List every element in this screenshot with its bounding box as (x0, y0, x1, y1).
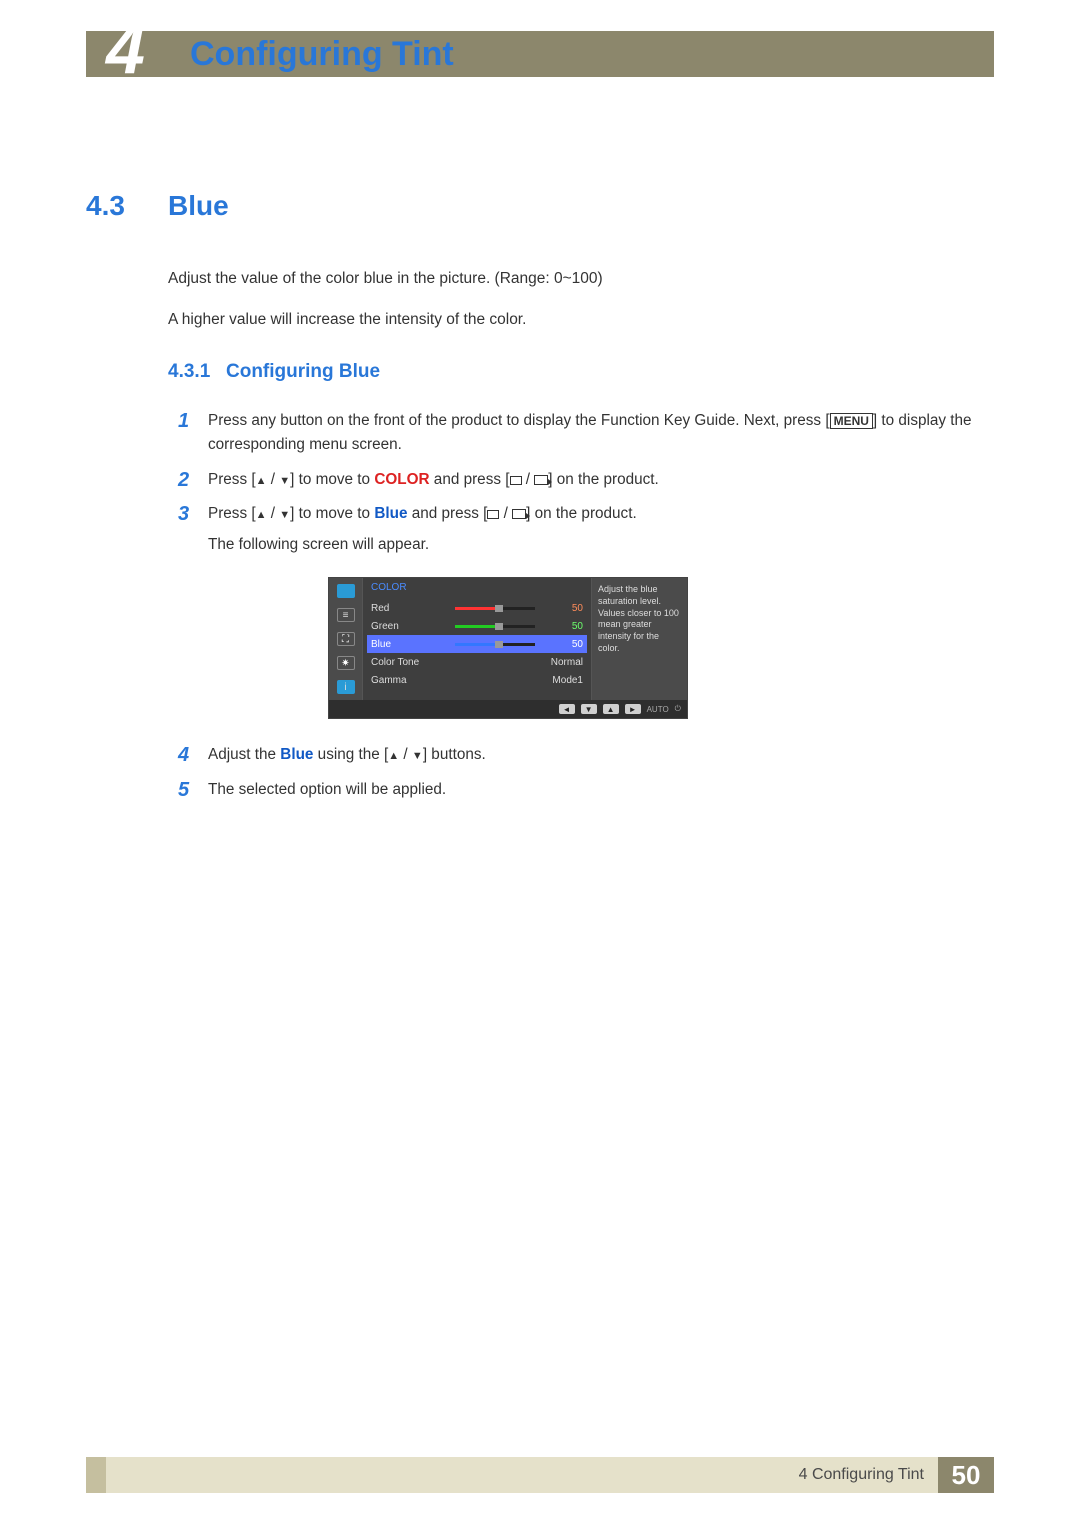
section-title: Blue (168, 190, 229, 222)
osd-nav-bar: ◄ ▼ ▲ ► AUTO ⏻ (329, 700, 687, 718)
step-text: Press any button on the front of the pro… (208, 409, 994, 458)
osd-row-colortone: Color Tone Normal (371, 653, 583, 671)
section-heading: 4.3 Blue (86, 190, 994, 222)
page-content: 4.3 Blue Adjust the value of the color b… (86, 190, 994, 812)
nav-down-icon: ▼ (581, 704, 597, 714)
osd-value: 50 (545, 621, 583, 632)
osd-label: Gamma (371, 675, 552, 686)
info-icon: i (337, 680, 355, 694)
osd-value: 50 (545, 639, 583, 650)
up-arrow-icon (388, 746, 399, 763)
step-text: Adjust the Blue using the [ / ] buttons. (208, 743, 994, 767)
text: Press [ (208, 505, 256, 522)
footer-chapter-ref: 4 Configuring Tint (106, 1457, 938, 1493)
green-slider (455, 625, 535, 628)
osd-value: Mode1 (552, 675, 583, 686)
text: ] on the product. (548, 471, 659, 488)
keyword-blue: Blue (374, 505, 407, 522)
keyword-blue: Blue (280, 746, 313, 763)
osd-row-gamma: Gamma Mode1 (371, 671, 583, 689)
nav-up-icon: ▲ (603, 704, 619, 714)
text: ] to move to (290, 471, 374, 488)
text: using the [ (313, 746, 388, 763)
step-number: 3 (178, 502, 208, 526)
nav-auto-label: AUTO (647, 705, 669, 714)
step-text: Press [ / ] to move to Blue and press [ … (208, 502, 994, 557)
page-header: 4 Configuring Tint (86, 31, 994, 77)
text: Press [ (208, 471, 256, 488)
step-3: 3 Press [ / ] to move to Blue and press … (178, 502, 994, 557)
text: and press [ (407, 505, 487, 522)
step-number: 2 (178, 468, 208, 492)
nav-left-icon: ◄ (559, 704, 575, 714)
down-arrow-icon (279, 471, 290, 488)
menu-button-icon: MENU (830, 413, 873, 429)
section-paragraph: Adjust the value of the color blue in th… (168, 269, 994, 290)
step-1: 1 Press any button on the front of the p… (178, 409, 994, 458)
select-icon (487, 510, 499, 519)
osd-row-green: Green 50 (371, 617, 583, 635)
keyword-color: COLOR (374, 471, 429, 488)
subsection-number: 4.3.1 (168, 361, 226, 383)
osd-screenshot: ≡ i COLOR Red 50 Green (328, 577, 994, 719)
osd-label: Green (371, 621, 455, 632)
section-paragraph: A higher value will increase the intensi… (168, 310, 994, 331)
up-arrow-icon (256, 471, 267, 488)
red-slider (455, 607, 535, 610)
step-number: 5 (178, 778, 208, 802)
monitor-icon (337, 584, 355, 598)
osd-value: Normal (551, 657, 583, 668)
osd-label: Color Tone (371, 657, 551, 668)
text: and press [ (430, 471, 510, 488)
osd-label: Blue (371, 639, 455, 650)
select-icon (510, 476, 522, 485)
blue-slider (455, 643, 535, 646)
osd-sidebar: ≡ i (329, 578, 363, 700)
footer-page-number: 50 (938, 1457, 994, 1493)
step-text: The selected option will be applied. (208, 778, 994, 802)
osd-title: COLOR (371, 582, 583, 593)
down-arrow-icon (412, 746, 423, 763)
text: ] to move to (290, 505, 374, 522)
page-footer: 4 Configuring Tint 50 (86, 1457, 994, 1493)
text: Adjust the (208, 746, 280, 763)
source-icon (534, 475, 548, 485)
subsection-heading: 4.3.1 Configuring Blue (168, 361, 994, 383)
source-icon (512, 509, 526, 519)
power-icon: ⏻ (675, 704, 681, 714)
text: Press any button on the front of the pro… (208, 412, 830, 429)
step-5: 5 The selected option will be applied. (178, 778, 994, 802)
list-icon: ≡ (337, 608, 355, 622)
up-arrow-icon (256, 505, 267, 522)
osd-row-blue-selected: Blue 50 (367, 635, 587, 653)
step-number: 4 (178, 743, 208, 767)
subsection-title: Configuring Blue (226, 361, 380, 383)
footer-accent (86, 1457, 106, 1493)
text: ] on the product. (526, 505, 637, 522)
osd-value: 50 (545, 603, 583, 614)
step-number: 1 (178, 409, 208, 433)
osd-row-red: Red 50 (371, 599, 583, 617)
step-4: 4 Adjust the Blue using the [ / ] button… (178, 743, 994, 767)
step-text: Press [ / ] to move to COLOR and press [… (208, 468, 994, 492)
chapter-emblem: 4 (106, 9, 142, 89)
osd-panel: COLOR Red 50 Green 50 Blue (363, 578, 591, 700)
text: ] buttons. (423, 746, 486, 763)
step-followup: The following screen will appear. (208, 533, 994, 557)
osd-help-pane: Adjust the blue saturation level. Values… (591, 578, 687, 700)
down-arrow-icon (279, 505, 290, 522)
chapter-title: Configuring Tint (190, 35, 454, 74)
step-2: 2 Press [ / ] to move to COLOR and press… (178, 468, 994, 492)
nav-right-icon: ► (625, 704, 641, 714)
gear-icon (337, 656, 355, 670)
osd-label: Red (371, 603, 455, 614)
size-icon (337, 632, 355, 646)
section-number: 4.3 (86, 190, 168, 222)
